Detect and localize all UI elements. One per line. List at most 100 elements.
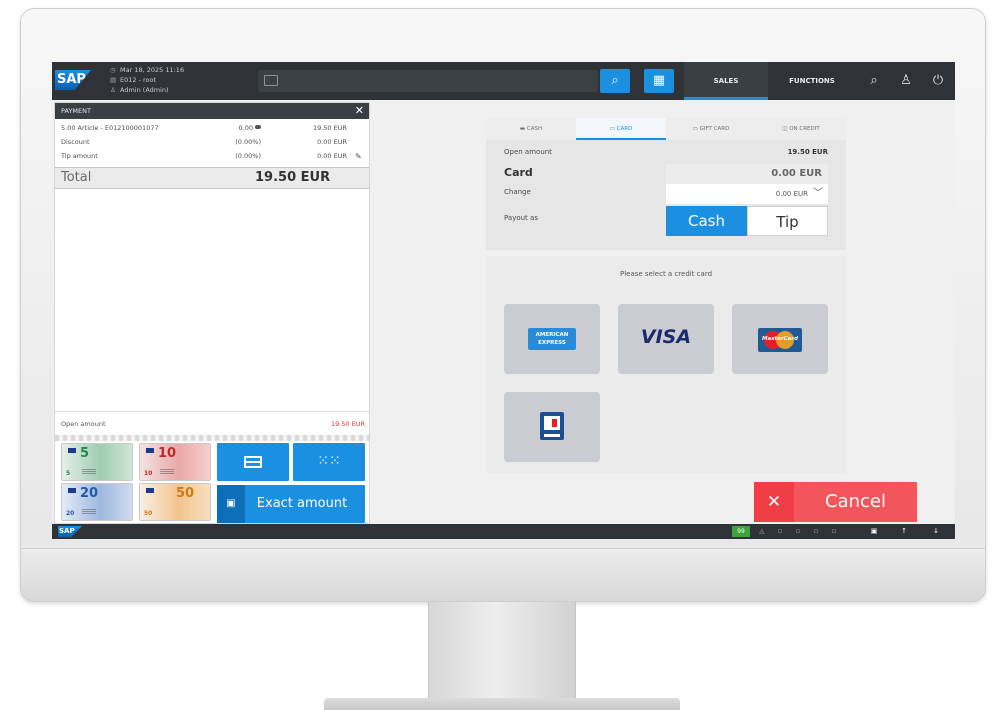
search-icon: ⌕ — [611, 73, 619, 88]
receipt-edge — [55, 435, 369, 441]
change-dropdown[interactable]: 0.00 EUR ﹀ — [666, 184, 828, 204]
payment-detail-area: ▬ CASH ▭ CARD ▭ GIFT CARD ◫ ON CREDIT Op… — [486, 118, 846, 473]
banknote-small-value: 10 — [144, 470, 153, 477]
register-icon: ▤ — [110, 76, 117, 84]
gift-card-icon: ▭ — [692, 126, 700, 132]
cancel-label: Cancel — [825, 491, 886, 512]
network-icon[interactable]: ▫ — [808, 524, 824, 539]
coins-icon — [255, 125, 261, 129]
summary-open-amount: Open amount 19.50 EUR — [486, 144, 846, 164]
keyboard-icon[interactable] — [264, 75, 278, 86]
payment-panel: PAYMENT ✕ 5.00 Article - E012100001077 0… — [54, 102, 370, 524]
bell-icon[interactable]: ◬ — [754, 524, 770, 539]
close-icon[interactable]: ✕ — [355, 103, 364, 119]
user-icon[interactable]: ♙ — [898, 73, 914, 89]
edit-icon[interactable]: ✎ — [355, 149, 362, 164]
scale-icon[interactable]: ▫ — [826, 524, 842, 539]
amex-logo: AMERICAN EXPRESS — [528, 328, 576, 350]
monitor-chin — [20, 548, 986, 602]
arrow-down-icon[interactable]: ↓ — [928, 524, 944, 539]
card-payment-button[interactable] — [217, 443, 289, 481]
arrow-up-icon[interactable]: ↑ — [896, 524, 912, 539]
banknote-small-value: 20 — [66, 510, 75, 517]
card-amount-field[interactable]: 0.00 EUR — [666, 164, 828, 184]
cash-register-icon: ▦ — [652, 73, 666, 88]
card-select-prompt: Please select a credit card — [619, 270, 713, 278]
chevron-down-icon: ﹀ — [813, 188, 823, 199]
search-icon[interactable]: ⌕ — [866, 73, 882, 89]
summary-card-label: Card — [504, 166, 533, 179]
status-badge[interactable]: 99 — [732, 526, 750, 537]
cash-register-button[interactable]: ▦ — [644, 69, 674, 93]
tab-card[interactable]: ▭ CARD — [576, 118, 666, 140]
summary-card: Card 0.00 EUR — [486, 164, 846, 184]
tab-gift-card[interactable]: ▭ GIFT CARD — [666, 118, 756, 140]
payment-method-tabs: ▬ CASH ▭ CARD ▭ GIFT CARD ◫ ON CREDIT — [486, 118, 846, 140]
top-bar: SAP ◷ Mar 18, 2025 11:16 ▤ E012 - root ♙ Ad… — [52, 62, 955, 100]
status-bar: SAP 99 ◬ ▫ ▫ ▫ ▫ ▣ ↑ ↓ — [52, 524, 955, 539]
banknote-value: 10 — [158, 446, 177, 461]
session-user: Admin (Admin) — [120, 86, 169, 94]
monitor-neck — [428, 602, 576, 700]
panel-header: PAYMENT ✕ — [55, 103, 369, 119]
mastercard-card-button[interactable]: MasterCard — [732, 304, 828, 374]
line-amount: 19.50 EUR — [312, 124, 347, 132]
exact-amount-button[interactable]: ▣ Exact amount — [217, 485, 365, 523]
session-info: ◷ Mar 18, 2025 11:16 ▤ E012 - root ♙ Admin … — [110, 65, 184, 95]
summary-open-amount-value: 19.50 EUR — [787, 148, 828, 156]
sap-logo: SAP — [58, 526, 82, 537]
search-button[interactable]: ⌕ — [600, 69, 630, 93]
user-icon: ♙ — [110, 86, 116, 94]
open-amount-label: Open amount — [61, 420, 106, 428]
ec-card-button[interactable] — [504, 392, 600, 462]
change-value: 0.00 EUR — [775, 190, 808, 198]
banknote-5-button[interactable]: 5 5 — [61, 443, 133, 481]
payout-label: Payout as — [504, 214, 538, 222]
line-item-tip[interactable]: Tip amount (0.00%) 0.00 EUR ✎ — [55, 149, 369, 164]
open-amount-value: 19.50 EUR — [330, 420, 365, 428]
tab-functions[interactable]: FUNCTIONS — [778, 62, 846, 100]
drawer-icon[interactable]: ▫ — [790, 524, 806, 539]
close-icon: ✕ — [754, 482, 794, 522]
line-item-discount[interactable]: Discount (0.00%) 0.00 EUR — [55, 135, 369, 150]
payout-cash-button[interactable]: Cash — [666, 206, 747, 236]
banknote-stripe — [82, 469, 96, 474]
banknote-10-button[interactable]: 10 10 — [139, 443, 211, 481]
mastercard-logo: MasterCard — [758, 328, 802, 352]
printer-icon[interactable]: ▫ — [772, 524, 788, 539]
tab-sales[interactable]: SALES — [684, 62, 768, 100]
summary-payout: Payout as Cash Tip — [486, 206, 846, 236]
pos-screen: SAP ◷ Mar 18, 2025 11:16 ▤ E012 - root ♙ Ad… — [52, 62, 955, 539]
payout-tip-button[interactable]: Tip — [747, 206, 828, 236]
stage: SAP ◷ Mar 18, 2025 11:16 ▤ E012 - root ♙ Ad… — [0, 0, 994, 710]
cash-icon: ▬ — [519, 126, 527, 132]
keypad-button[interactable]: ⁙⁙ — [293, 443, 365, 481]
session-terminal: E012 - root — [120, 76, 157, 84]
summary-change: Change 0.00 EUR ﹀ — [486, 184, 846, 204]
amex-card-button[interactable]: AMERICAN EXPRESS — [504, 304, 600, 374]
total-value: 19.50 EUR — [255, 170, 331, 185]
tab-cash[interactable]: ▬ CASH — [486, 118, 576, 140]
line-item-article[interactable]: 5.00 Article - E012100001077 0.00 19.50 … — [55, 121, 369, 136]
scan-input[interactable] — [258, 70, 598, 92]
banknote-50-button[interactable]: 50 50 — [139, 483, 211, 521]
exact-amount-label: Exact amount — [256, 496, 348, 511]
tab-on-credit[interactable]: ◫ ON CREDIT — [756, 118, 846, 140]
keypad-icon: ⁙⁙ — [317, 453, 341, 469]
line-rate: (0.00%) — [235, 138, 261, 146]
credit-card-icon — [244, 456, 262, 468]
banknote-small-value: 50 — [144, 510, 153, 517]
panel-title: PAYMENT — [61, 107, 91, 115]
screen-icon[interactable]: ▣ — [866, 524, 882, 539]
banknote-20-button[interactable]: 20 20 — [61, 483, 133, 521]
line-description: Tip amount — [61, 152, 98, 160]
eu-flag-icon — [146, 488, 154, 493]
visa-card-button[interactable]: VISA — [618, 304, 714, 374]
power-icon[interactable]: ⏻ — [930, 73, 946, 89]
banknote-small-value: 5 — [66, 470, 71, 477]
line-description: Discount — [61, 138, 90, 146]
total-label: Total — [61, 170, 92, 185]
open-amount-row: Open amount 19.50 EUR — [55, 411, 369, 435]
cancel-button[interactable]: ✕ Cancel — [754, 482, 917, 522]
line-rate: 0.00 — [221, 121, 261, 136]
